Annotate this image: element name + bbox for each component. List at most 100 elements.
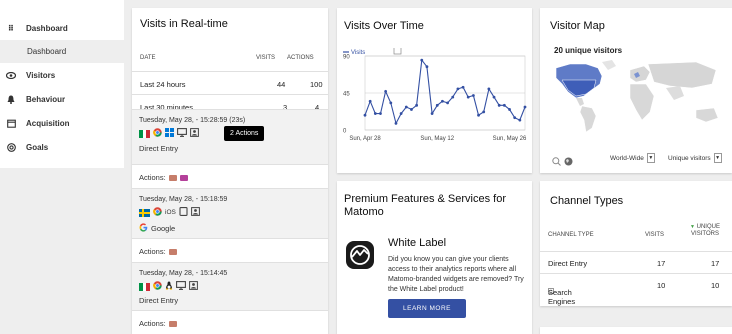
table-row[interactable]: + Search Engines 10 10 [540,273,732,306]
visit-item[interactable]: Tuesday, May 28, - 15:18:59 iOS Google [132,188,328,238]
region-select[interactable]: World-Wide ▼ [610,153,655,163]
metric-select[interactable]: Unique visitors ▼ [668,153,722,163]
channel-label: Search Engines [548,288,576,306]
data-point[interactable] [487,87,491,91]
col-visits[interactable]: VISITS [645,232,664,238]
globe-icon[interactable] [564,153,573,171]
visitor-profile-icon[interactable] [189,281,198,292]
nav-subitem-label: Dashboard [27,47,67,56]
data-point[interactable] [368,99,372,103]
data-point[interactable] [420,58,424,62]
white-label-logo-icon [346,241,374,269]
data-point[interactable] [404,105,408,109]
data-point[interactable] [477,113,480,117]
visitor-profile-icon[interactable] [190,207,200,218]
channel-unique: 10 [711,281,720,290]
channel-types-widget: Channel Types CHANNEL TYPE VISITS ▼ UNIQ… [540,181,732,306]
nav-visitors-label: Visitors [26,70,56,80]
data-point[interactable] [394,122,398,125]
col-unique-visitors[interactable]: ▼ UNIQUE VISITORS [690,224,720,238]
actions-label: Actions: [139,319,166,328]
col-visits: VISITS [256,55,276,61]
data-point[interactable] [435,103,439,107]
target-icon [4,142,18,152]
italy-flag-icon [139,129,151,138]
folder-icon[interactable] [168,174,177,181]
col-unique-visitors-line1: UNIQUE [696,224,720,230]
data-point[interactable] [373,112,377,115]
data-point[interactable] [466,95,470,99]
linux-icon [165,281,173,292]
data-point[interactable] [461,85,465,89]
data-point[interactable] [523,105,527,109]
data-point[interactable] [430,112,434,115]
realtime-header: DATE VISITS ACTIONS [132,45,328,71]
export-icon[interactable] [393,48,402,55]
map-controls [552,153,573,171]
data-point[interactable] [518,118,522,122]
eye-icon [4,71,18,79]
nav-visitors[interactable]: Visitors [0,63,124,87]
zoom-out-icon[interactable] [552,153,561,171]
dropdown-arrow-icon: ▼ [713,153,722,163]
nav-behaviour-label: Behaviour [26,94,66,104]
data-point[interactable] [399,112,403,115]
col-actions: ACTIONS [287,55,314,61]
premium-title: Premium Features & Services for Matomo [344,193,506,218]
data-point[interactable] [456,87,460,91]
visit-icons [139,128,199,139]
data-point[interactable] [363,113,367,117]
unique-visitors-label: 20 unique visitors [554,46,623,55]
nav-subitem-dashboard[interactable]: Dashboard [0,40,124,63]
nav-goals[interactable]: Goals [0,135,124,159]
col-channel-type[interactable]: CHANNEL TYPE [548,232,594,238]
world-map[interactable] [546,54,726,134]
visits-over-time-title: Visits Over Time [344,20,424,32]
visit-time: Tuesday, May 28, - 15:28:59 (23s) [139,117,246,124]
metric-select-value: Unique visitors [668,154,711,162]
data-point[interactable] [502,103,506,107]
visits-line-chart[interactable]: 0 45 90 Sun, Apr 28 Sun, May 12 Sun, May 26 Vi… [337,48,532,158]
sidebar: ⠿ Dashboard Dashboard Visitors Behaviour… [0,0,124,334]
data-point[interactable] [513,116,517,120]
data-point[interactable] [415,103,419,107]
table-row[interactable]: Direct Entry 17 17 [540,251,732,273]
sidebar-lower-area [0,168,124,334]
folder-icon[interactable] [179,174,188,181]
x-tick-label: Sun, May 26 [493,136,527,142]
visit-actions: Actions: [132,310,328,334]
visitor-profile-icon[interactable] [190,128,199,139]
data-point[interactable] [471,94,475,97]
y-tick-label: 45 [343,92,350,98]
nav-behaviour[interactable]: Behaviour [0,87,124,111]
data-point[interactable] [508,108,511,111]
tablet-icon [179,207,188,218]
visit-item[interactable]: Tuesday, May 28, - 15:14:45 Direct Entry [132,262,328,310]
learn-more-button[interactable]: LEARN MORE [388,299,466,318]
white-label-description: Did you know you can give your clients a… [388,256,524,293]
data-point[interactable] [492,95,496,99]
data-point[interactable] [384,89,388,93]
folder-icon[interactable] [168,320,177,327]
data-point[interactable] [389,101,393,105]
nav-dashboard-label: Dashboard [26,23,68,33]
data-point[interactable] [379,112,382,115]
visit-referrer: Direct Entry [139,144,179,153]
data-point[interactable] [410,108,413,111]
data-point[interactable] [497,103,501,107]
channel-visits: 10 [657,281,666,290]
data-point[interactable] [441,99,444,103]
row-actions: 100 [310,80,323,89]
visit-referrer: Google [139,223,175,234]
nav-dashboard[interactable]: ⠿ Dashboard [0,16,124,40]
data-point[interactable] [451,95,455,99]
data-point[interactable] [425,65,429,69]
data-point[interactable] [482,110,486,114]
visit-item[interactable]: Tuesday, May 28, - 15:28:59 (23s) 2 Acti… [132,109,328,164]
channel-unique: 17 [711,259,720,268]
google-icon [139,223,148,234]
folder-icon[interactable] [168,248,177,255]
nav-acquisition[interactable]: Acquisition [0,111,124,135]
data-point[interactable] [446,101,449,105]
channel-label: Direct Entry [548,259,588,268]
